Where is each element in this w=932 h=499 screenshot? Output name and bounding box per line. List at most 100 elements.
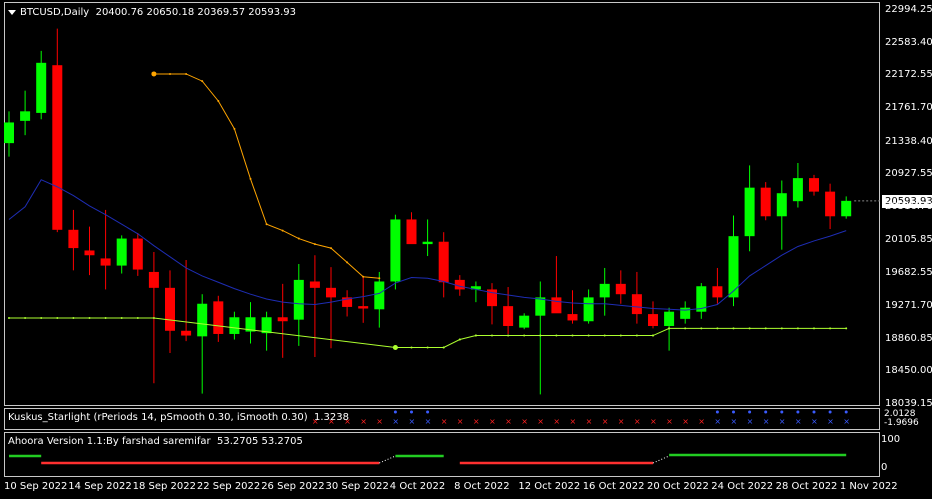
kuskus-marker: × — [618, 417, 625, 426]
candle-bear — [809, 178, 819, 192]
green-signal-point — [635, 334, 638, 337]
green-signal-point — [587, 334, 590, 337]
candle-bull — [20, 111, 31, 121]
orange-signal-point — [346, 261, 349, 264]
candle-bear — [551, 297, 562, 314]
candle-bear — [277, 317, 288, 322]
kuskus-marker: × — [666, 417, 673, 426]
green-signal-point — [555, 334, 558, 337]
green-signal-point — [764, 327, 767, 330]
ahoora-connector — [652, 455, 670, 464]
orange-signal-point — [297, 237, 300, 240]
candle-bear — [648, 314, 658, 327]
kuskus-marker: × — [473, 417, 480, 426]
price-tick-label: 20927.55 — [885, 168, 932, 180]
kuskus-marker: × — [457, 417, 464, 426]
candle-bull — [293, 279, 304, 320]
kuskus-label-row: Kuskus_Starlight (rPeriods 14, pSmooth 0… — [8, 412, 349, 423]
orange-signal-point — [330, 247, 332, 250]
price-tick-label: 18860.85 — [885, 332, 932, 344]
green-signal-point — [571, 334, 574, 337]
chart-canvas[interactable]: × × × × × × × × × × × × × × × × × × × × × × × × × × × × × × × × × × — [0, 0, 932, 499]
candle-bear — [358, 306, 369, 309]
price-tick-label: 19271.70 — [885, 299, 932, 311]
symbol-label: BTCUSD,Daily — [20, 7, 90, 18]
kuskus-marker: × — [731, 417, 738, 426]
kuskus-marker: × — [698, 417, 705, 426]
kuskus-marker: × — [441, 417, 448, 426]
kuskus-marker: × — [634, 417, 641, 426]
candle-bull — [261, 317, 272, 334]
date-tick-label: 28 Oct 2022 — [775, 481, 838, 492]
kuskus-marker: × — [763, 417, 770, 426]
ahoora-label: Ahoora Version 1.1:By farshad saremifar — [8, 436, 211, 447]
green-signal-point — [152, 317, 155, 320]
candle-bull — [841, 200, 852, 217]
green-signal-point — [426, 346, 429, 349]
date-tick-label: 24 Oct 2022 — [711, 481, 774, 492]
kuskus-marker: × — [537, 417, 544, 426]
date-tick-label: 12 Oct 2022 — [518, 481, 581, 492]
green-signal-point — [136, 317, 139, 320]
green-signal-point — [24, 317, 27, 320]
green-signal-point — [120, 317, 123, 320]
ahoora-axis-top: 100 — [881, 434, 901, 445]
price-tick-label: 21761.70 — [885, 102, 932, 113]
kuskus-value: 1.3238 — [313, 412, 349, 423]
candle-bear — [825, 191, 836, 217]
green-signal-point — [88, 317, 91, 320]
kuskus-dot — [828, 410, 832, 414]
candle-bear — [181, 330, 192, 336]
date-tick-label: 1 Nov 2022 — [839, 481, 898, 492]
price-tick-label: 21338.40 — [885, 135, 932, 147]
orange-signal-point — [201, 80, 204, 83]
kuskus-marker: × — [376, 417, 383, 426]
candle-bull — [792, 178, 803, 202]
kuskus-dot — [410, 410, 413, 414]
candle-bull — [599, 283, 610, 298]
kuskus-dot — [393, 410, 397, 414]
green-signal-point — [780, 327, 783, 330]
date-tick-label: 26 Sep 2022 — [261, 481, 325, 492]
green-signal-point — [700, 327, 703, 330]
candle-bull — [116, 238, 127, 266]
candle-bull — [390, 219, 401, 282]
candle-bull — [535, 297, 546, 316]
kuskus-dot — [812, 410, 816, 414]
green-signal-point — [619, 334, 622, 337]
green-signal-point — [829, 327, 832, 330]
candle-bull — [229, 317, 240, 334]
kuskus-marker: × — [570, 417, 577, 426]
price-tick-label: 22583.40 — [885, 36, 932, 48]
candle-bear — [567, 314, 578, 321]
green-signal-point — [813, 327, 815, 330]
kuskus-marker: × — [409, 417, 416, 426]
date-tick-label: 30 Sep 2022 — [325, 481, 389, 492]
chart-header: BTCUSD,Daily 20400.76 20650.18 20369.57 … — [8, 7, 296, 18]
candle-bear — [84, 250, 95, 256]
price-tick-label: 18450.00 — [885, 365, 932, 377]
candle-bear — [309, 281, 320, 288]
kuskus-marker: × — [360, 417, 367, 426]
candle-bear — [760, 187, 771, 217]
dropdown-triangle-icon[interactable] — [8, 9, 16, 15]
kuskus-dot — [715, 410, 719, 414]
candle-bull — [664, 311, 675, 327]
price-tick-label: 20105.85 — [885, 233, 932, 245]
ahoora-values: 53.2705 53.2705 — [217, 436, 303, 447]
candle-bear — [712, 286, 723, 298]
green-signal-point — [442, 346, 445, 349]
candle-bull — [519, 315, 530, 328]
ahoora-axis-bottom: 0 — [881, 462, 888, 473]
date-tick-label: 22 Sep 2022 — [196, 481, 261, 492]
kuskus-layer: × × × × × × × × × × × × × × × × × × × × × × × × × × × × × × × × × × — [312, 410, 850, 426]
orange-signal-point — [217, 99, 220, 102]
date-tick-label: 10 Sep 2022 — [4, 481, 68, 492]
kuskus-dot — [796, 410, 800, 414]
green-signal-point — [716, 327, 719, 330]
green-signal-point — [796, 327, 799, 330]
kuskus-marker: × — [586, 417, 593, 426]
kuskus-marker: × — [602, 417, 609, 426]
candle-bull — [4, 122, 14, 144]
green-signal-point — [539, 334, 542, 337]
